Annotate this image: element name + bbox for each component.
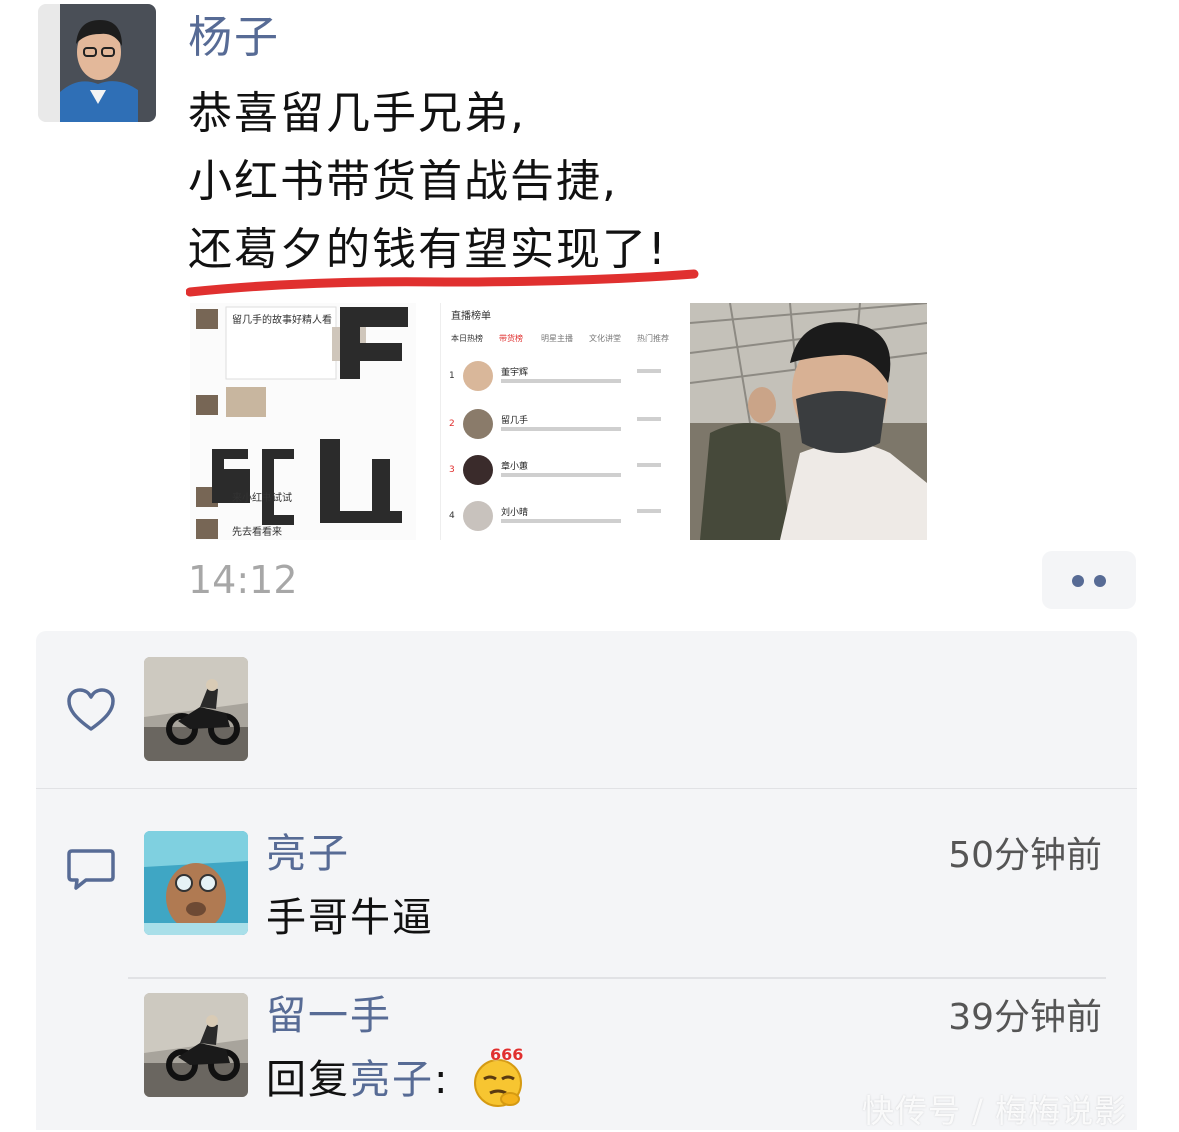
image-1-caption-1: 留几手的故事好精人看 [232, 315, 332, 326]
red-underline-annotation [186, 269, 699, 297]
author-name[interactable]: 杨子 [188, 8, 280, 68]
ranking-tab-1: 本日热榜 [451, 334, 483, 343]
more-dot-icon [1072, 575, 1084, 587]
post-image-2[interactable]: 直播榜单 本日热榜 带货榜 明星主播 文化讲堂 热门推荐 1 董宇辉 2 留几手… [440, 303, 677, 540]
comment-time-2: 39分钟前 [948, 997, 1102, 1038]
reply-prefix: 回复 [266, 1057, 350, 1103]
watermark: 快传号 / 梅梅说影 [862, 1092, 1128, 1130]
interaction-panel: 亮子 50分钟前 手哥牛逼 留一手 39分钟前 回复亮子: 666 [36, 631, 1137, 1130]
rank-avatar-1 [463, 361, 493, 391]
heart-icon [67, 688, 115, 731]
commenter-avatar-2[interactable] [144, 993, 248, 1097]
comment-time-1: 50分钟前 [948, 835, 1102, 876]
image-1-caption-2: 来小红书试试 [232, 493, 292, 504]
commenter-avatar-1[interactable] [144, 831, 248, 935]
comment-divider [128, 977, 1106, 979]
image-1-caption-3: 先去看看来 [232, 527, 282, 538]
post-text-line-2: 小红书带货首战告捷, [188, 156, 618, 207]
smug-emoji-icon: 666 [470, 1045, 530, 1109]
reply-colon: : [434, 1057, 450, 1103]
reply-to-name[interactable]: 亮子 [350, 1057, 434, 1103]
rank-name-4: 刘小晴 [501, 508, 529, 518]
ranking-tab-5: 热门推荐 [637, 334, 669, 343]
rank-avatar-3 [463, 455, 493, 485]
rank-name-3: 章小蕙 [501, 462, 529, 472]
post-timestamp: 14:12 [188, 558, 298, 602]
ranking-tab-4: 文化讲堂 [589, 334, 621, 343]
post-text-line-1: 恭喜留几手兄弟, [188, 88, 526, 139]
rank-number-2: 2 [449, 419, 455, 429]
ranking-header: 直播榜单 [451, 311, 491, 322]
comment-text-1[interactable]: 手哥牛逼 [266, 893, 434, 943]
rank-name-1: 董宇辉 [501, 368, 529, 378]
more-options-button[interactable] [1042, 551, 1136, 609]
rank-name-2: 留几手 [501, 416, 529, 426]
liker-avatar[interactable] [144, 657, 248, 761]
comment-icon [67, 849, 115, 890]
commenter-name-2[interactable]: 留一手 [266, 991, 392, 1041]
rank-avatar-2 [463, 409, 493, 439]
commenter-name-1[interactable]: 亮子 [266, 829, 350, 879]
author-avatar[interactable] [38, 4, 156, 122]
post-image-1[interactable]: 留几手的故事好精人看 来小红书试试 先去看看来 [190, 303, 416, 540]
comment-text-2[interactable]: 回复亮子: [266, 1055, 449, 1105]
rank-number-3: 3 [449, 465, 455, 475]
ranking-tab-2: 带货榜 [499, 334, 523, 343]
ranking-tab-3: 明星主播 [541, 334, 573, 343]
more-dot-icon [1094, 575, 1106, 587]
emoji-666-badge: 666 [490, 1045, 524, 1064]
rank-number-1: 1 [449, 371, 455, 381]
likes-row [36, 631, 1137, 789]
rank-number-4: 4 [449, 511, 455, 521]
post-image-3[interactable] [690, 303, 927, 540]
rank-avatar-4 [463, 501, 493, 531]
